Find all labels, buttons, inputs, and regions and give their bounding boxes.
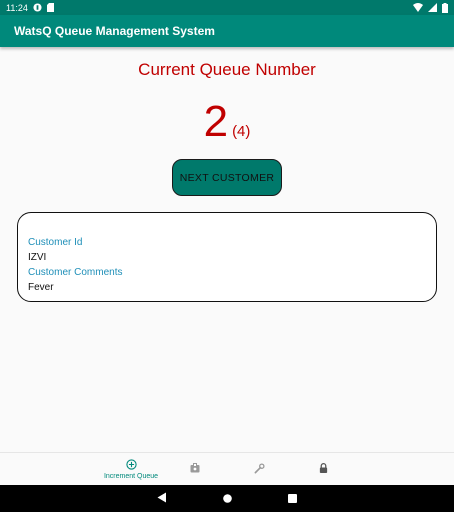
wifi-icon bbox=[413, 3, 423, 12]
screen: 11:24 WatsQ Queue Management System Curr… bbox=[0, 0, 454, 512]
battery-icon bbox=[442, 2, 448, 13]
status-time: 11:24 bbox=[6, 2, 28, 13]
next-customer-button[interactable]: NEXT CUSTOMER bbox=[172, 159, 282, 196]
nav-item-settings[interactable] bbox=[227, 453, 291, 485]
customer-info-card: Customer Id IZVI Customer Comments Fever bbox=[17, 212, 437, 302]
nav-item-badge[interactable] bbox=[163, 453, 227, 485]
app-bar: WatsQ Queue Management System bbox=[0, 15, 454, 47]
sd-card-icon bbox=[46, 3, 54, 12]
queue-total-count: (4) bbox=[232, 123, 251, 140]
nav-item-lock[interactable] bbox=[291, 453, 355, 485]
queue-number-display: 2 (4) bbox=[0, 98, 454, 146]
nav-item-label: Increment Queue bbox=[103, 472, 159, 480]
notification-icon bbox=[33, 3, 42, 12]
back-icon[interactable] bbox=[157, 490, 167, 508]
wrench-icon bbox=[254, 462, 265, 476]
nav-item-increment-queue[interactable]: Increment Queue bbox=[99, 453, 163, 485]
add-circle-icon bbox=[125, 458, 137, 472]
system-navigation-bar bbox=[0, 485, 454, 512]
status-bar: 11:24 bbox=[0, 0, 454, 15]
customer-comments-value: Fever bbox=[28, 282, 54, 293]
current-queue-number: 2 bbox=[203, 97, 229, 146]
queue-heading: Current Queue Number bbox=[138, 60, 316, 79]
cellular-icon bbox=[428, 3, 437, 12]
app-title: WatsQ Queue Management System bbox=[14, 24, 215, 38]
customer-comments-label: Customer Comments bbox=[28, 267, 123, 278]
lock-icon bbox=[319, 463, 328, 475]
home-icon[interactable] bbox=[223, 490, 232, 508]
recents-icon[interactable] bbox=[288, 490, 297, 508]
bottom-navigation: Increment Queue bbox=[0, 452, 454, 485]
customer-id-label: Customer Id bbox=[28, 237, 83, 248]
badge-icon bbox=[190, 463, 200, 475]
customer-id-value: IZVI bbox=[28, 252, 47, 263]
